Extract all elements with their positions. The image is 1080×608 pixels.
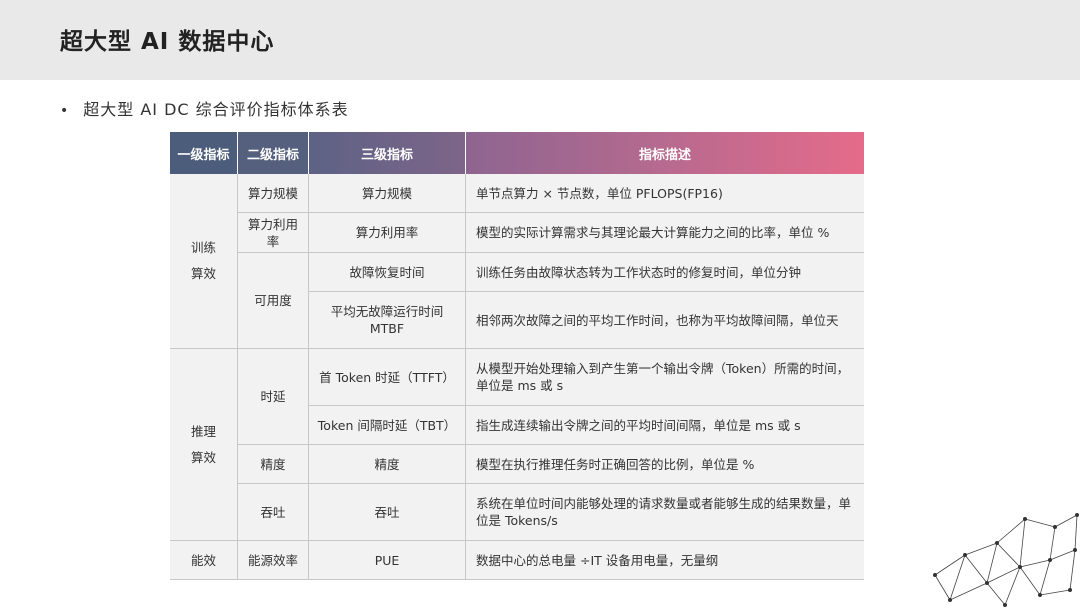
level2-cell: 能源效率 [238,541,309,580]
description-cell: 模型在执行推理任务时正确回答的比例，单位是 % [466,445,864,484]
level3-cell: 精度 [309,445,466,484]
level3-cell: 首 Token 时延（TTFT） [309,349,466,406]
bullet-text: 超大型 AI DC 综合评价指标体系表 [83,100,349,119]
level1-inference: 推理 算效 [170,349,238,541]
level2-cell: 精度 [238,445,309,484]
level3-cell: PUE [309,541,466,580]
description-cell: 单节点算力 × 节点数，单位 PFLOPS(FP16) [466,174,864,213]
description-cell: 数据中心的总电量 ÷IT 设备用电量，无量纲 [466,541,864,580]
network-decoration-icon [933,513,1079,607]
description-cell: 相邻两次故障之间的平均工作时间，也称为平均故障间隔，单位天 [466,292,864,349]
level3-cell: Token 间隔时延（TBT） [309,406,466,445]
table-header-level1: 一级指标 [170,132,238,174]
table-header-description: 指标描述 [466,132,864,174]
slide-title: 超大型 AI 数据中心 [60,29,275,55]
description-cell: 系统在单位时间内能够处理的请求数量或者能够生成的结果数量，单位是 Tokens/… [466,484,864,541]
level1-training: 训练 算效 [170,174,238,349]
level3-cell: 算力利用率 [309,213,466,253]
description-cell: 模型的实际计算需求与其理论最大计算能力之间的比率，单位 % [466,213,864,253]
level2-cell: 吞吐 [238,484,309,541]
level2-cell: 可用度 [238,253,309,349]
level1-energy: 能效 [170,541,238,580]
level2-cell: 时延 [238,349,309,445]
description-cell: 指生成连续输出令牌之间的平均时间间隔，单位是 ms 或 s [466,406,864,445]
level2-cell: 算力规模 [238,174,309,213]
title-bar: 超大型 AI 数据中心 [0,0,1080,80]
table-header-level2: 二级指标 [238,132,309,174]
level3-cell: 吞吐 [309,484,466,541]
indicator-table: 一级指标 二级指标 三级指标 指标描述 训练 算效 推理 算效 能效 算力规模 … [170,132,864,580]
bullet-item: • 超大型 AI DC 综合评价指标体系表 [60,96,349,120]
level3-cell: 故障恢复时间 [309,253,466,292]
description-cell: 从模型开始处理输入到产生第一个输出令牌（Token）所需的时间，单位是 ms 或… [466,349,864,406]
level2-cell: 算力利用率 [238,213,309,253]
level3-cell: 算力规模 [309,174,466,213]
table-header-level3: 三级指标 [309,132,466,174]
bullet-dot-icon: • [60,103,70,119]
level3-cell: 平均无故障运行时间 MTBF [309,292,466,349]
description-cell: 训练任务由故障状态转为工作状态时的修复时间，单位分钟 [466,253,864,292]
